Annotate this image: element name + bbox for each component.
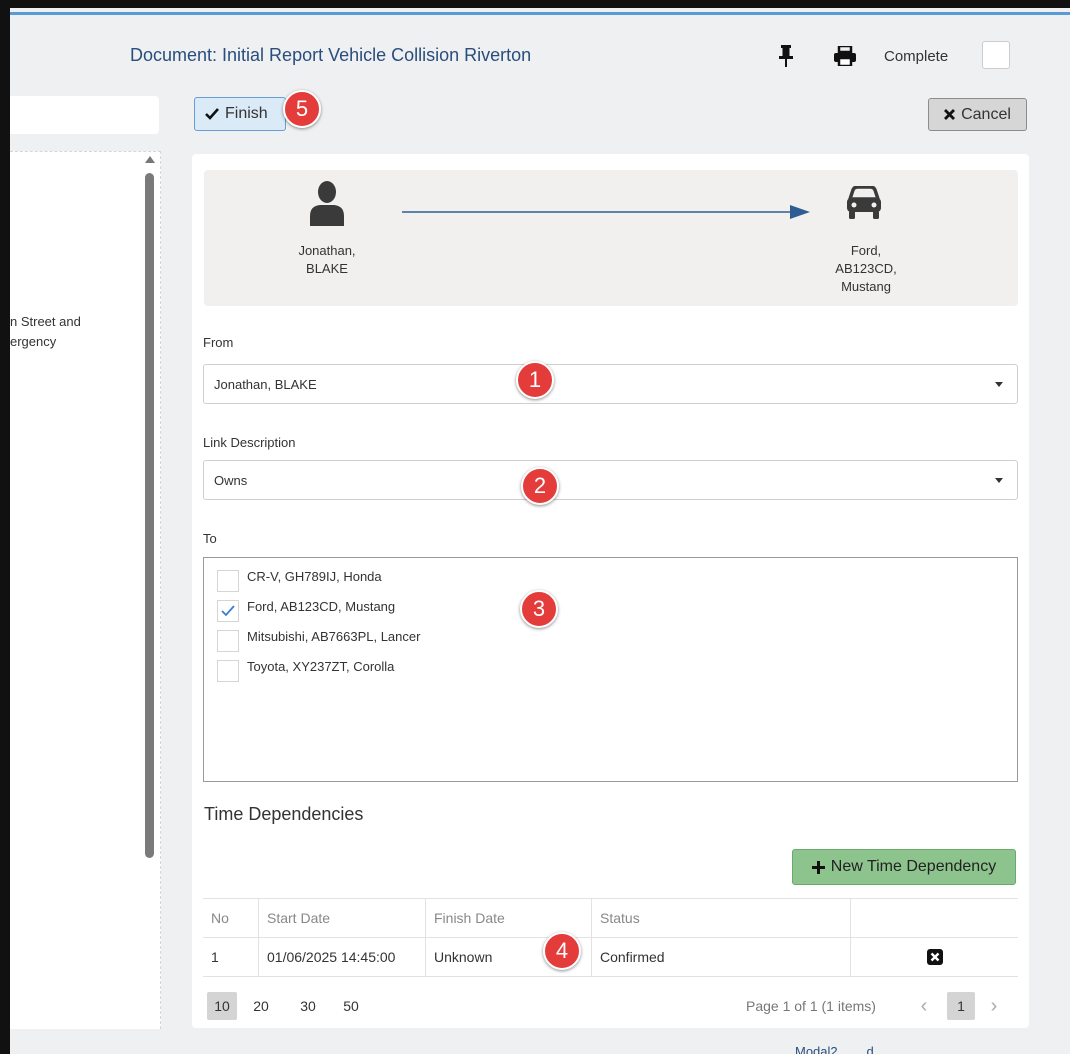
screen-frame-top — [0, 0, 1070, 8]
to-option-label: Toyota, XY237ZT, Corolla — [247, 659, 395, 674]
diagram-from-line: BLAKE — [306, 261, 348, 276]
diagram-to-name: Ford, AB123CD, Mustang — [816, 242, 916, 296]
left-panel-line: n Street and — [10, 314, 81, 329]
cancel-button[interactable]: Cancel — [928, 98, 1027, 131]
diagram-to-line: Ford, — [850, 243, 882, 258]
screen-frame-left — [0, 0, 10, 1054]
scrollbar-thumb[interactable] — [145, 173, 154, 858]
left-panel-line: ergency — [10, 334, 57, 349]
to-checkbox-list: CR-V, GH789IJ, Honda Ford, AB123CD, Must… — [203, 557, 1018, 782]
step-badge-4: 4 — [543, 932, 581, 970]
new-time-dependency-label: New Time Dependency — [830, 858, 997, 875]
dropdown-caret-icon — [995, 382, 1003, 387]
link-arrow-icon — [402, 205, 810, 219]
complete-checkbox[interactable] — [982, 41, 1010, 69]
print-icon[interactable] — [834, 46, 856, 66]
close-icon — [944, 109, 956, 120]
time-dependency-grid: No Start Date Finish Date Status 1 01/06… — [203, 898, 1018, 977]
plus-icon — [811, 860, 825, 874]
close-icon — [930, 952, 939, 962]
car-icon — [847, 186, 881, 219]
cell-start-date: 01/06/2025 14:45:00 — [267, 949, 396, 965]
to-option-checkbox[interactable] — [217, 660, 239, 682]
page-info: Page 1 of 1 (1 items) — [746, 998, 876, 1014]
page-number[interactable]: 1 — [947, 992, 975, 1020]
grid-header-row: No Start Date Finish Date Status — [203, 898, 1018, 938]
link-description-select[interactable]: Owns — [203, 460, 1018, 500]
delete-icon[interactable] — [926, 949, 943, 965]
diagram-from-line: Jonathan, — [298, 243, 356, 258]
from-select-value: Jonathan, BLAKE — [214, 376, 317, 392]
page-size-option[interactable]: 50 — [337, 992, 365, 1020]
prev-page-icon[interactable]: ‹ — [915, 992, 933, 1020]
new-time-dependency-button[interactable]: New Time Dependency — [792, 849, 1016, 885]
left-search-input[interactable] — [10, 96, 159, 134]
pin-icon[interactable] — [777, 45, 795, 67]
time-dependencies-title: Time Dependencies — [204, 804, 364, 824]
finish-button-label: Finish — [225, 105, 268, 122]
step-badge-3: 3 — [520, 590, 558, 628]
page-size-option[interactable]: 20 — [247, 992, 275, 1020]
link-description-value: Owns — [214, 472, 248, 488]
next-page-icon[interactable]: › — [985, 992, 1003, 1020]
diagram-to-line: Mustang — [841, 279, 891, 294]
diagram-from-name: Jonathan, BLAKE — [277, 242, 377, 278]
checkmark-icon — [221, 605, 235, 617]
cell-actions — [851, 938, 1018, 976]
step-badge-2: 2 — [521, 467, 559, 505]
person-icon — [310, 181, 344, 226]
to-option-checkbox[interactable] — [217, 630, 239, 652]
column-header-no[interactable]: No — [203, 899, 258, 937]
diagram-to-line: AB123CD, — [835, 261, 897, 276]
app-window: Document: Initial Report Vehicle Collisi… — [10, 8, 1070, 1054]
to-option[interactable]: CR-V, GH789IJ, Honda — [217, 568, 382, 598]
cell-no: 1 — [211, 949, 219, 965]
left-panel-text: n Street and ergency — [10, 312, 81, 352]
from-select[interactable]: Jonathan, BLAKE — [203, 364, 1018, 404]
scroll-up-arrow-icon[interactable] — [145, 156, 155, 163]
grid-pager: 10 20 30 50 Page 1 of 1 (1 items) ‹ 1 › — [203, 986, 1018, 1026]
step-badge-1: 1 — [516, 361, 554, 399]
table-row: 1 01/06/2025 14:45:00 Unknown Confirmed — [203, 938, 1018, 977]
column-header-finish-date[interactable]: Finish Date — [426, 899, 591, 937]
column-header-status[interactable]: Status — [592, 899, 850, 937]
to-option-checkbox[interactable] — [217, 570, 239, 592]
link-description-label: Link Description — [203, 435, 296, 450]
finish-button[interactable]: Finish — [194, 97, 286, 131]
step-badge-5: 5 — [283, 90, 321, 128]
to-option[interactable]: Toyota, XY237ZT, Corolla — [217, 658, 394, 688]
header-accent-line — [10, 12, 1070, 15]
left-panel — [10, 151, 161, 1029]
column-divider — [850, 899, 851, 937]
to-option-label: CR-V, GH789IJ, Honda — [247, 569, 382, 584]
page-size-option[interactable]: 10 — [207, 992, 237, 1020]
to-option-checkbox[interactable] — [217, 600, 239, 622]
to-label: To — [203, 531, 217, 546]
to-option[interactable]: Ford, AB123CD, Mustang — [217, 598, 395, 628]
to-option[interactable]: Mitsubishi, AB7663PL, Lancer — [217, 628, 420, 658]
checkmark-icon — [205, 108, 219, 120]
to-option-label: Ford, AB123CD, Mustang — [247, 599, 396, 614]
to-option-label: Mitsubishi, AB7663PL, Lancer — [247, 629, 421, 644]
page-size-option[interactable]: 30 — [294, 992, 322, 1020]
from-label: From — [203, 335, 234, 350]
footer-link[interactable]: Modal2 ... ...d... — [795, 1044, 885, 1054]
cancel-button-label: Cancel — [961, 105, 1011, 123]
complete-label: Complete — [884, 48, 949, 65]
dropdown-caret-icon — [995, 478, 1003, 483]
cell-status: Confirmed — [600, 949, 665, 965]
column-header-start-date[interactable]: Start Date — [259, 899, 425, 937]
link-diagram: Jonathan, BLAKE Ford, AB123CD, Mustang — [204, 170, 1018, 306]
document-title: Document: Initial Report Vehicle Collisi… — [130, 45, 532, 65]
